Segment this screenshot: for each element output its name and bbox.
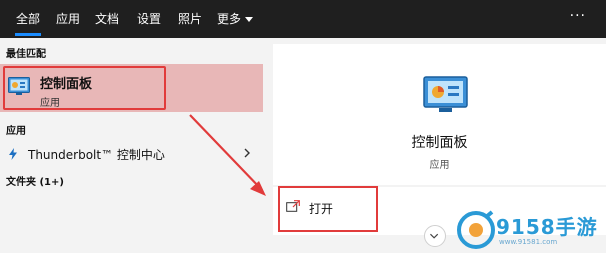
tab-apps[interactable]: 应用	[50, 0, 86, 38]
expand-button[interactable]	[424, 225, 446, 247]
list-item-label: Thunderbolt™ 控制中心	[28, 148, 165, 162]
tab-documents[interactable]: 文档	[86, 0, 128, 38]
chevron-right-icon[interactable]	[240, 146, 254, 160]
folders-heading[interactable]: 文件夹 (1+)	[6, 173, 64, 188]
tab-apps-label: 应用	[55, 12, 80, 26]
results-list: 最佳匹配 控制面板 应用 应用 Thunderbolt™ 控制中心 文件夹 (1…	[0, 38, 263, 253]
control-panel-icon	[423, 76, 468, 112]
search-scope-bar: 全部 应用 文档 设置 照片 更多 ···	[0, 0, 606, 38]
chevron-down-icon	[430, 233, 439, 239]
annotation-highlight-box	[278, 186, 378, 232]
details-card: 控制面板 应用	[273, 44, 606, 185]
ellipsis-icon[interactable]: ···	[570, 0, 586, 38]
details-title: 控制面板	[411, 135, 468, 151]
apps-heading: 应用	[6, 126, 26, 137]
watermark: 9158手游 www.91581.com	[456, 207, 606, 253]
tab-settings-label: 设置	[136, 12, 161, 26]
tab-all[interactable]: 全部	[6, 0, 50, 38]
tab-photos[interactable]: 照片	[170, 0, 210, 38]
best-match-heading: 最佳匹配	[6, 49, 46, 60]
list-item-thunderbolt[interactable]: Thunderbolt™ 控制中心	[0, 141, 263, 167]
details-subtitle: 应用	[429, 160, 450, 171]
watermark-text: 9158手游	[496, 215, 598, 239]
tab-settings[interactable]: 设置	[128, 0, 170, 38]
tab-more[interactable]: 更多	[210, 0, 260, 38]
watermark-url: www.91581.com	[499, 238, 558, 246]
tab-all-label: 全部	[15, 12, 40, 26]
tab-documents-label: 文档	[94, 12, 119, 26]
annotation-highlight-box	[3, 66, 166, 110]
thunderbolt-icon	[9, 148, 17, 160]
chevron-down-icon	[245, 17, 253, 22]
tab-more-label: 更多	[216, 12, 241, 26]
tab-photos-label: 照片	[177, 12, 202, 26]
watermark-logo-icon	[457, 210, 495, 249]
